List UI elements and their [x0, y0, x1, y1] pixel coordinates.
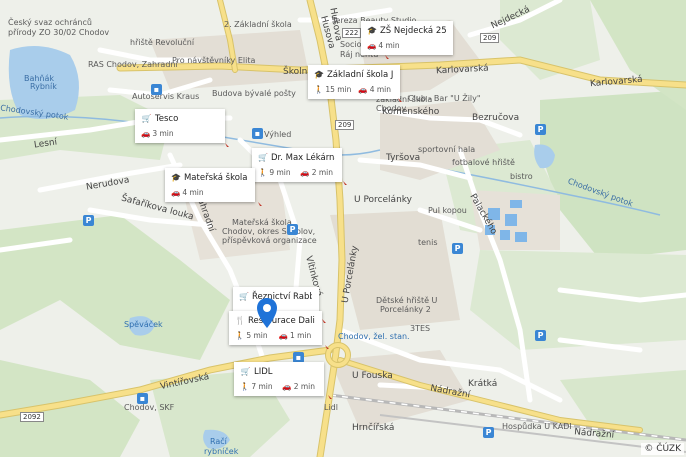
label-tenis: tenis — [418, 238, 438, 247]
poi-title: Mateřská škola C... — [183, 172, 248, 183]
bus-stop-icon[interactable]: ▪ — [137, 393, 148, 404]
street-tyrsova: Tyršova — [386, 153, 421, 163]
poi-card-zakladni-skola[interactable]: 🎓Základní škola Ja ... 🚶15 min 🚗4 min — [308, 65, 400, 99]
label-porcelanky: Porcelánky 2 — [380, 305, 431, 314]
label-chodov-sokolov: Chodov, okres Sokolov, — [222, 227, 316, 236]
map-attribution: © ČÚZK — [641, 443, 684, 455]
label-chodov-zel: Chodov, žel. stan. — [338, 332, 410, 341]
school-icon: 🎓 — [171, 173, 181, 182]
label-fotbal: fotbalové hřiště — [452, 158, 515, 167]
street-skolni: Školní — [283, 67, 310, 77]
poi-title: Základní škola Ja ... — [326, 69, 393, 80]
water-bahnak: Bahňák — [24, 74, 55, 83]
walk-icon: 🚶 — [235, 331, 245, 340]
label-hriste: hřiště Revoluční — [130, 38, 195, 47]
label-autoservis: Autoservis Kraus — [132, 92, 200, 101]
car-icon: 🚗 — [300, 168, 310, 177]
cart-icon: 🛒 — [239, 292, 249, 301]
label-prispevkova: příspěvková organizace — [222, 236, 317, 245]
walk-icon: 🚶 — [258, 168, 268, 177]
street-kratka: Krátká — [468, 379, 498, 389]
drive-time: 4 min — [369, 85, 391, 94]
walk-icon: 🚶 — [314, 85, 324, 94]
label-pro-navstevniky: Pro návštěvníky Elita — [172, 56, 256, 65]
drive-time: 2 min — [293, 382, 315, 391]
label-vyhled: Výhled — [264, 130, 292, 139]
parking-icon[interactable]: P — [483, 427, 494, 438]
poi-title: Dr. Max Lékárna — [270, 152, 335, 163]
street-u-porcelanky: U Porcelánky — [354, 195, 412, 205]
label-raci: Račí — [210, 437, 227, 446]
car-icon: 🚗 — [171, 188, 181, 197]
poi-title: Tesco — [155, 113, 179, 124]
poi-card-tesco[interactable]: 🛒 Tesco 🚗 3 min — [135, 109, 225, 143]
label-ras: RAS Chodov, Zahradní — [88, 60, 178, 69]
label-rybnicek: rybníček — [204, 447, 239, 456]
label-3tes: 3TES — [410, 324, 431, 333]
label-detske-hriste: Dětské hřiště U — [376, 296, 438, 305]
school-icon: 🎓 — [314, 70, 324, 79]
label-club: Club - Bar "U Žily" — [408, 94, 481, 103]
drive-time: 4 min — [378, 41, 400, 50]
location-pin-icon[interactable] — [255, 297, 279, 329]
walk-icon: 🚶 — [240, 382, 250, 391]
restaurant-icon: 🍴 — [235, 316, 245, 325]
street-rybnik: Rybník — [30, 82, 57, 91]
label-budova: Budova bývalé pošty — [212, 89, 296, 98]
car-icon: 🚗 — [278, 331, 288, 340]
parking-icon[interactable]: P — [83, 215, 94, 226]
label-sportovni: sportovní hala — [418, 145, 476, 154]
school-icon: 🎓 — [367, 26, 377, 35]
cart-icon: 🛒 — [258, 153, 268, 162]
parking-icon[interactable]: P — [535, 330, 546, 341]
label-bistro: bistro — [510, 172, 533, 181]
label-prirody: přírody ZO 30/02 Chodov — [8, 28, 110, 37]
parking-icon[interactable]: P — [287, 224, 298, 235]
walk-time: 5 min — [246, 331, 268, 340]
walk-time: 15 min — [325, 85, 352, 94]
car-icon: 🚗 — [141, 129, 151, 138]
drive-time: 1 min — [290, 331, 312, 340]
bus-stop-icon[interactable]: ▪ — [252, 128, 263, 139]
cart-icon: 🛒 — [141, 114, 152, 123]
road-shield-2092: 2092 — [20, 412, 44, 422]
label-materska-sk: Mateřská škola — [232, 218, 292, 227]
label-spevacek: Spěváček — [124, 320, 163, 329]
road-shield-209-b: 209 — [335, 120, 355, 130]
drive-time: 4 min — [182, 188, 204, 197]
label-lidl-map: Lidl — [324, 403, 338, 412]
drive-time: 3 min — [152, 129, 174, 138]
street-u-fouska: U Fouska — [352, 371, 393, 381]
poi-card-zs-nejdecka[interactable]: 🎓ZŠ Nejdecká 254, ... 🚗4 min — [361, 21, 453, 55]
poi-card-dr-max[interactable]: 🛒 Dr. Max Lékárna 🚶 9 min 🚗 2 min — [252, 148, 342, 182]
road-shield-209-a: 209 — [480, 33, 500, 43]
poi-card-lidl[interactable]: 🛒 LIDL 🚶 7 min 🚗 2 min — [234, 362, 324, 396]
map-view[interactable]: Český svaz ochránců přírody ZO 30/02 Cho… — [0, 0, 686, 457]
street-hrnciska: Hrnčířská — [352, 423, 395, 433]
car-icon: 🚗 — [282, 382, 292, 391]
car-icon: 🚗 — [367, 41, 377, 50]
bus-stop-icon[interactable]: ▪ — [151, 84, 162, 95]
poi-card-materska-skola[interactable]: 🎓Mateřská škola C... 🚗4 min — [165, 168, 255, 202]
label-cesky-svaz: Český svaz ochránců — [8, 18, 92, 27]
road-shield-222: 222 — [342, 28, 362, 38]
walk-time: 7 min — [251, 382, 273, 391]
poi-title: ZŠ Nejdecká 254, ... — [379, 25, 446, 36]
poi-title: LIDL — [254, 366, 273, 377]
parking-icon[interactable]: P — [452, 243, 463, 254]
walk-time: 9 min — [269, 168, 291, 177]
label-pul: Pul kopou — [428, 206, 467, 215]
cart-icon: 🛒 — [240, 367, 251, 376]
drive-time: 2 min — [311, 168, 333, 177]
label-zakladni2: 2. Základní škola — [224, 20, 292, 29]
street-komenskeho: Komenského — [382, 107, 440, 117]
street-bezrucova: Bezručova — [472, 113, 520, 123]
label-chodov-skf: Chodov, SKF — [124, 403, 175, 412]
car-icon: 🚗 — [358, 85, 368, 94]
label-hospudka: Hospůdka U KADI — [502, 422, 572, 431]
parking-icon[interactable]: P — [535, 124, 546, 135]
